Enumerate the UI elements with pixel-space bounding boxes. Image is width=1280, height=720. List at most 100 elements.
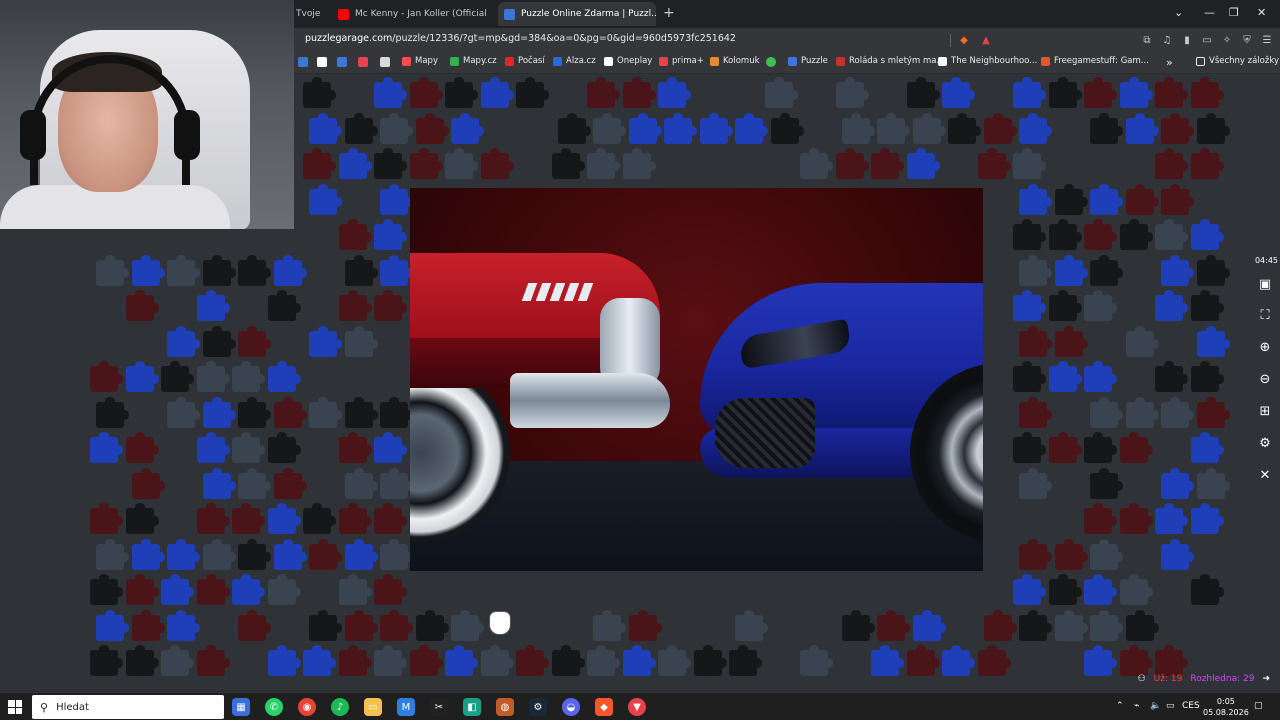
puzzle-piece[interactable]	[1090, 467, 1123, 499]
taskbar-clock[interactable]: 0:05 05.08.2026	[1203, 696, 1249, 718]
puzzle-piece[interactable]	[906, 148, 940, 179]
puzzle-piece[interactable]	[309, 183, 342, 215]
puzzle-piece[interactable]	[877, 112, 910, 144]
puzzle-piece[interactable]	[628, 112, 662, 144]
taskbar-search-input[interactable]: ⚲ Hledat	[32, 695, 224, 719]
bookmark-neighbourhood[interactable]: The Neighbourhoo...	[938, 56, 1037, 66]
notifications-icon[interactable]: ▢	[1254, 701, 1263, 711]
bookmark-alza[interactable]: Alza.cz	[553, 56, 596, 66]
puzzle-piece[interactable]	[1084, 219, 1117, 250]
puzzle-piece[interactable]	[664, 112, 697, 144]
bookmark-icon[interactable]	[317, 57, 327, 67]
puzzle-piece[interactable]	[374, 77, 407, 108]
puzzle-piece[interactable]	[445, 77, 478, 108]
sidebar-icon[interactable]: ▮	[1180, 33, 1194, 47]
puzzle-piece[interactable]	[693, 645, 727, 676]
puzzle-piece[interactable]	[593, 609, 626, 641]
minimize-icon[interactable]: —	[1204, 6, 1215, 19]
puzzle-piece[interactable]	[196, 645, 230, 676]
store-icon[interactable]: M	[397, 698, 415, 716]
zoom-out-icon[interactable]: ⊖	[1256, 370, 1274, 388]
bookmark-icon[interactable]	[380, 57, 390, 67]
puzzle-piece[interactable]	[587, 148, 620, 179]
puzzle-piece[interactable]	[1161, 467, 1194, 499]
puzzle-piece[interactable]	[1125, 325, 1159, 357]
puzzle-piece[interactable]	[1190, 432, 1224, 463]
puzzle-piece[interactable]	[658, 645, 691, 676]
brave-shield-icon[interactable]: ◆	[957, 33, 971, 47]
puzzle-piece[interactable]	[516, 77, 549, 108]
puzzle-piece[interactable]	[445, 645, 478, 676]
puzzle-piece[interactable]	[338, 148, 372, 179]
puzzle-piece[interactable]	[1084, 503, 1117, 534]
puzzle-piece[interactable]	[1013, 148, 1046, 179]
puzzle-piece[interactable]	[267, 645, 301, 676]
bookmark-puzzle[interactable]: Puzzle	[788, 56, 828, 66]
puzzle-piece[interactable]	[167, 609, 200, 641]
puzzle-piece[interactable]	[1125, 112, 1159, 144]
bookmark-freegamestuff[interactable]: Freegamestuff: Gam...	[1041, 56, 1149, 66]
puzzle-piece[interactable]	[451, 112, 484, 144]
puzzle-piece[interactable]	[374, 148, 407, 179]
puzzle-piece[interactable]	[1155, 361, 1188, 392]
puzzle-piece[interactable]	[1084, 290, 1117, 321]
puzzle-piece[interactable]	[125, 574, 159, 605]
puzzle-piece[interactable]	[380, 112, 413, 144]
language-indicator[interactable]: CES	[1182, 701, 1200, 711]
puzzle-piece[interactable]	[877, 609, 910, 641]
extensions-icon[interactable]: ⧉	[1140, 33, 1154, 47]
puzzle-piece[interactable]	[309, 112, 342, 144]
puzzle-piece[interactable]	[1013, 290, 1046, 321]
chrome-icon[interactable]: ◉	[298, 698, 316, 716]
puzzle-piece[interactable]	[1119, 503, 1153, 534]
puzzle-piece[interactable]	[1048, 432, 1082, 463]
obs-icon[interactable]: ◍	[496, 698, 514, 716]
puzzle-piece[interactable]	[948, 112, 981, 144]
network-icon[interactable]: ⌁	[1134, 701, 1139, 711]
puzzle-piece[interactable]	[267, 503, 301, 534]
puzzle-piece[interactable]	[167, 396, 200, 428]
puzzle-piece[interactable]	[770, 112, 804, 144]
puzzle-piece[interactable]	[273, 467, 307, 499]
puzzle-piece[interactable]	[587, 77, 620, 108]
puzzle-piece[interactable]	[1084, 645, 1117, 676]
puzzle-piece[interactable]	[374, 219, 407, 250]
puzzle-piece[interactable]	[1084, 361, 1117, 392]
puzzle-piece[interactable]	[977, 148, 1011, 179]
puzzle-piece[interactable]	[871, 148, 904, 179]
puzzle-piece[interactable]	[729, 645, 762, 676]
puzzle-piece[interactable]	[90, 503, 123, 534]
puzzle-piece[interactable]	[764, 77, 798, 108]
puzzle-piece[interactable]	[232, 574, 265, 605]
puzzle-piece[interactable]	[1190, 574, 1224, 605]
puzzle-piece[interactable]	[1013, 574, 1046, 605]
puzzle-piece[interactable]	[161, 361, 194, 392]
puzzle-piece[interactable]	[344, 396, 378, 428]
puzzle-piece[interactable]	[196, 574, 230, 605]
puzzle-piece[interactable]	[202, 538, 236, 570]
task-view-icon[interactable]: ▦	[232, 698, 250, 716]
brave-icon[interactable]: ◆	[595, 698, 613, 716]
puzzle-piece[interactable]	[131, 538, 165, 570]
sort-pieces-icon[interactable]: ⊞	[1256, 402, 1274, 420]
puzzle-piece[interactable]	[445, 148, 478, 179]
puzzle-piece[interactable]	[238, 467, 271, 499]
close-window-icon[interactable]: ✕	[1257, 6, 1266, 19]
puzzle-piece[interactable]	[1119, 574, 1153, 605]
puzzle-piece[interactable]	[238, 538, 271, 570]
all-bookmarks-button[interactable]: Všechny záložky	[1196, 56, 1279, 66]
app-icon[interactable]: ◧	[463, 698, 481, 716]
puzzle-piece[interactable]	[238, 325, 271, 357]
puzzle-piece[interactable]	[800, 645, 833, 676]
puzzle-piece[interactable]	[841, 609, 875, 641]
tray-expand-icon[interactable]: ⌃	[1116, 701, 1124, 711]
puzzle-piece[interactable]	[131, 467, 165, 499]
puzzle-piece[interactable]	[380, 183, 413, 215]
puzzle-piece[interactable]	[267, 290, 301, 321]
puzzle-piece[interactable]	[1090, 112, 1123, 144]
puzzle-piece[interactable]	[557, 112, 591, 144]
puzzle-piece[interactable]	[90, 645, 123, 676]
puzzle-piece[interactable]	[1125, 183, 1159, 215]
bookmark-icon[interactable]	[298, 57, 308, 67]
windows-start-icon[interactable]	[8, 700, 22, 714]
